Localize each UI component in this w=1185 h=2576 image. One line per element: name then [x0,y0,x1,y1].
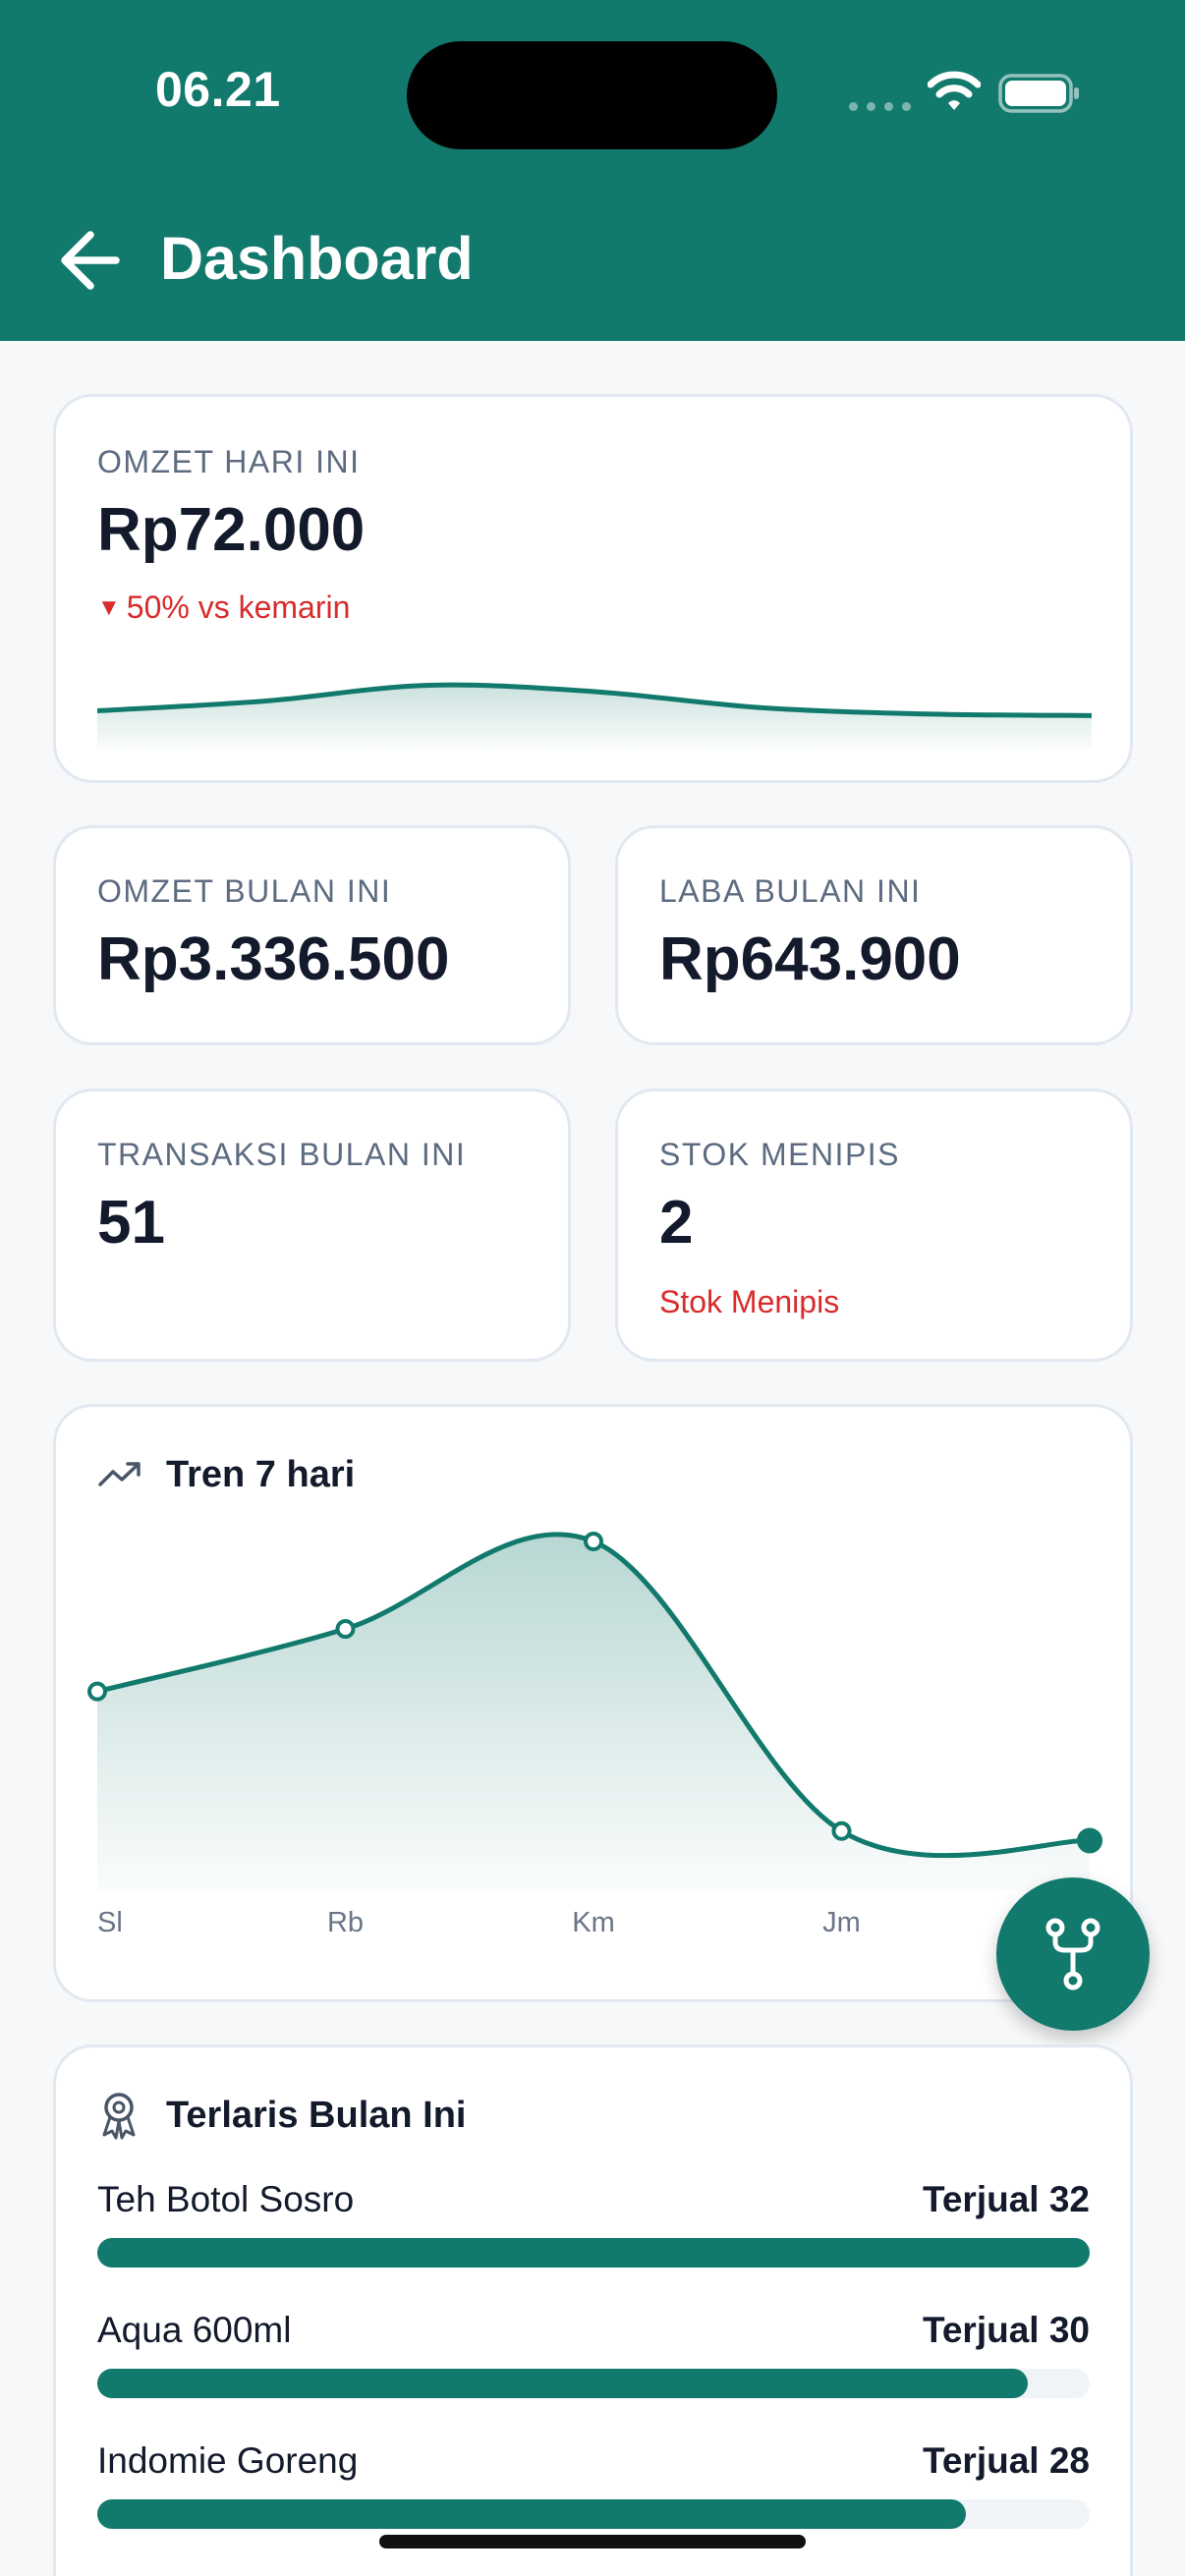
low-stock-sub: Stok Menipis [659,1284,840,1319]
app-header: 06.21 Dashboard [0,0,1185,341]
month-revenue-label: OMZET BULAN INI [97,873,392,909]
x-tick-label: Rb [327,1907,364,1938]
today-revenue-change-text: 50% vs kemarin [126,589,351,625]
status-time: 06.21 [155,62,281,117]
low-stock-label: STOK MENIPIS [659,1137,901,1172]
product-sold: Terjual 28 [922,2440,1090,2481]
month-transactions-label: TRANSAKSI BULAN INI [97,1137,467,1172]
month-transactions-card[interactable]: TRANSAKSI BULAN INI 51 [53,1089,571,1362]
back-arrow-icon[interactable] [55,226,130,295]
trend-point [584,1531,603,1551]
page-title: Dashboard [160,225,474,292]
trend-point [335,1619,356,1640]
sales-bar-track [97,2369,1090,2398]
bestseller-row[interactable]: Aqua 600ml Terjual 30 [97,2310,1090,2418]
bestseller-row[interactable]: Indomie Goreng Terjual 28 [97,2440,1090,2548]
product-sold: Terjual 30 [922,2310,1090,2350]
low-stock-value: 2 [659,1189,694,1257]
today-revenue-change: ▼ 50% vs kemarin [97,589,350,626]
home-indicator[interactable] [379,2535,806,2548]
battery-icon [998,74,1079,113]
sales-bar-fill [97,2238,1090,2268]
month-profit-label: LABA BULAN INI [659,873,922,909]
month-profit-value: Rp643.900 [659,925,961,993]
wifi-icon [928,71,981,110]
trend-area [97,1534,1090,1890]
trend-point [1077,1827,1102,1854]
today-revenue-value: Rp72.000 [97,496,366,564]
bestsellers-card: Terlaris Bulan Ini Teh Botol Sosro Terju… [53,2044,1133,2576]
git-fork-icon [1045,1918,1100,1990]
trend-point [831,1820,852,1841]
today-sparkline-chart [97,682,1092,749]
sales-bar-fill [97,2499,966,2529]
trending-up-icon [98,1462,141,1486]
trend-card: Tren 7 hari Sl Rb Km Jm [53,1404,1133,2002]
today-revenue-label: OMZET HARI INI [97,444,361,479]
down-triangle-icon: ▼ [97,594,121,621]
sales-bar-fill [97,2369,1028,2398]
x-tick-label: Km [572,1907,615,1938]
sales-bar-track [97,2238,1090,2268]
product-name: Indomie Goreng [97,2440,359,2481]
product-name: Aqua 600ml [97,2310,292,2350]
low-stock-card[interactable]: STOK MENIPIS 2 Stok Menipis [615,1089,1133,1362]
today-revenue-card[interactable]: OMZET HARI INI Rp72.000 ▼ 50% vs kemarin [53,394,1133,783]
month-profit-card[interactable]: LABA BULAN INI Rp643.900 [615,825,1133,1045]
trend-chart: Sl Rb Km Jm [87,1531,1102,1938]
product-sold: Terjual 32 [922,2179,1090,2219]
sales-bar-track [97,2499,1090,2529]
bestsellers-title: Terlaris Bulan Ini [166,2095,467,2136]
award-icon [102,2093,136,2140]
product-name: Teh Botol Sosro [97,2179,355,2219]
month-revenue-value: Rp3.336.500 [97,925,450,993]
bestseller-row[interactable]: Teh Botol Sosro Terjual 32 [97,2179,1090,2287]
x-tick-label: Sl [97,1907,123,1938]
trend-point [87,1681,107,1702]
month-revenue-card[interactable]: OMZET BULAN INI Rp3.336.500 [53,825,571,1045]
trend-card-title: Tren 7 hari [166,1454,356,1495]
month-transactions-value: 51 [97,1189,165,1257]
x-tick-label: Jm [822,1907,861,1938]
cellular-signal-icon [849,102,911,111]
dynamic-island [407,41,777,149]
fork-fab-button[interactable] [996,1877,1150,2031]
